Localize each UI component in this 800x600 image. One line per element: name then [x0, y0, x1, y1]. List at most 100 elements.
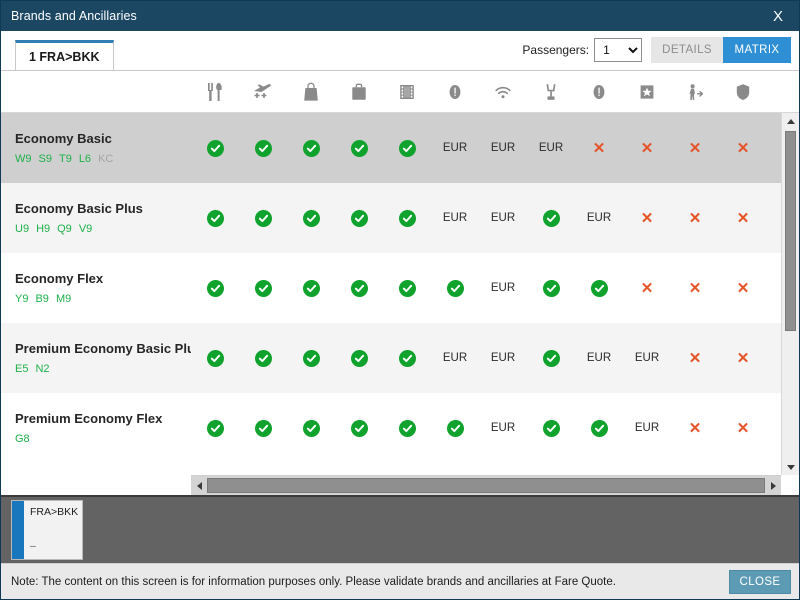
- carry-on-bag-icon: [287, 82, 335, 102]
- included-check-icon: [335, 419, 383, 437]
- included-check-icon: [239, 209, 287, 227]
- table-row[interactable]: Premium Economy Basic Plu E5 N2 EUR EUR EUR EU…: [1, 323, 781, 393]
- not-included-cross-icon: ✕: [736, 139, 750, 157]
- toolbar: 1 FRA>BKK Passengers: 123456789 DETAILS …: [1, 31, 799, 71]
- scroll-right-arrow-icon[interactable]: [765, 476, 781, 495]
- not-included-cross-icon: ✕: [736, 349, 750, 367]
- horizontal-scrollbar[interactable]: [191, 475, 781, 495]
- included-check-icon: [575, 279, 623, 297]
- fare-code: G8: [15, 433, 30, 445]
- star-badge-icon: [623, 82, 671, 102]
- included-check-icon: [383, 139, 431, 157]
- chargeable-currency-cell: EUR: [442, 212, 468, 224]
- passengers-select[interactable]: 123456789: [594, 38, 643, 62]
- table-row[interactable]: Economy Flex Y9 B9 M9 EUR ✕ ✕ ✕: [1, 253, 781, 323]
- fare-code: B9: [35, 293, 49, 305]
- vertical-scroll-track[interactable]: [782, 129, 799, 459]
- segment-strip: FRA>BKK –: [1, 495, 799, 563]
- included-check-icon: [191, 139, 239, 157]
- window-titlebar: Brands and Ancillaries X: [1, 1, 799, 31]
- fare-code: V9: [78, 223, 93, 235]
- table-row[interactable]: Economy Basic W9 S9 T9 L6 KC EUR EUR EUR ✕ ✕ ✕ ✕: [1, 113, 781, 183]
- fare-code-list: E5 N2: [15, 362, 191, 376]
- fare-code: Y9: [15, 293, 29, 305]
- row-cells: EUR EUR EUR ✕ ✕ ✕ ✕: [191, 113, 781, 183]
- segment-chip[interactable]: FRA>BKK –: [11, 500, 83, 560]
- brand-name-cell: Economy Basic Plus U9 H9 Q9 V9: [1, 200, 191, 236]
- fare-code: N2: [35, 363, 50, 375]
- chargeable-currency-cell: EUR: [538, 142, 564, 154]
- horizontal-scrollbar-row: [1, 475, 799, 495]
- not-included-cross-icon: ✕: [688, 349, 702, 367]
- brand-name-cell: Premium Economy Flex G8: [1, 410, 191, 446]
- shield-icon: [719, 82, 767, 102]
- included-check-icon: [383, 279, 431, 297]
- fare-code-list: U9 H9 Q9 V9: [15, 222, 191, 236]
- not-included-cross-icon: ✕: [640, 139, 654, 157]
- included-check-icon: [335, 209, 383, 227]
- horizontal-scroll-track[interactable]: [207, 476, 765, 495]
- brands-matrix: Economy Basic W9 S9 T9 L6 KC EUR EUR EUR ✕ ✕ ✕ ✕ Econ…: [1, 71, 799, 495]
- brand-name-cell: Premium Economy Basic Plu E5 N2: [1, 340, 191, 376]
- fare-code: U9: [15, 223, 30, 235]
- brand-name: Premium Economy Flex: [15, 411, 163, 426]
- segment-chip-body: FRA>BKK –: [24, 501, 82, 559]
- entertainment-icon: [383, 82, 431, 102]
- chargeable-currency-cell: EUR: [634, 422, 660, 434]
- meal-icon: [191, 82, 239, 102]
- vertical-scrollbar[interactable]: [781, 113, 799, 475]
- included-check-icon: [287, 349, 335, 367]
- table-row[interactable]: Economy Basic Plus U9 H9 Q9 V9 EUR EUR EUR ✕ ✕ ✕: [1, 183, 781, 253]
- table-row[interactable]: Premium Economy Flex G8 EUR EUR ✕ ✕: [1, 393, 781, 463]
- fare-code: M9: [55, 293, 72, 305]
- included-check-icon: [383, 209, 431, 227]
- matrix-button[interactable]: MATRIX: [723, 37, 791, 63]
- scroll-left-arrow-icon[interactable]: [191, 476, 207, 495]
- matrix-header-name-column: [1, 71, 191, 112]
- included-check-icon: [335, 139, 383, 157]
- scroll-down-arrow-icon[interactable]: [782, 459, 799, 475]
- fare-code: W9: [15, 153, 32, 165]
- boarding-icon: [671, 82, 719, 102]
- priority-boarding-icon: [239, 82, 287, 102]
- chargeable-currency-cell: EUR: [490, 282, 516, 294]
- not-included-cross-icon: ✕: [688, 209, 702, 227]
- fare-code: Q9: [57, 223, 72, 235]
- footer-bar: Note: The content on this screen is for …: [1, 563, 799, 599]
- included-check-icon: [239, 139, 287, 157]
- passengers-label: Passengers:: [522, 43, 590, 57]
- not-included-cross-icon: ✕: [736, 209, 750, 227]
- not-included-cross-icon: ✕: [688, 279, 702, 297]
- close-button[interactable]: CLOSE: [729, 569, 791, 594]
- fare-code-list: G8: [15, 432, 191, 446]
- fare-code: H9: [36, 223, 51, 235]
- chargeable-currency-cell: EUR: [586, 212, 612, 224]
- included-check-icon: [383, 419, 431, 437]
- footer-note: Note: The content on this screen is for …: [11, 575, 616, 588]
- included-check-icon: [527, 279, 575, 297]
- window-close-icon[interactable]: X: [757, 1, 799, 31]
- row-cells: EUR EUR ✕ ✕: [191, 393, 781, 463]
- row-cells: EUR EUR EUR EUR ✕ ✕: [191, 323, 781, 393]
- horizontal-scroll-thumb[interactable]: [207, 478, 765, 493]
- included-check-icon: [383, 349, 431, 367]
- segment-subtext: –: [30, 540, 36, 552]
- vertical-scroll-thumb[interactable]: [785, 131, 796, 331]
- not-included-cross-icon: ✕: [688, 139, 702, 157]
- wifi-icon: [479, 82, 527, 102]
- window-title: Brands and Ancillaries: [11, 9, 137, 23]
- included-check-icon: [335, 279, 383, 297]
- brands-ancillaries-window: Brands and Ancillaries X 1 FRA>BKK Passe…: [0, 0, 800, 600]
- chargeable-currency-cell: EUR: [490, 142, 516, 154]
- fare-code-list: W9 S9 T9 L6 KC: [15, 152, 191, 166]
- tab-fra-bkk[interactable]: 1 FRA>BKK: [15, 40, 114, 70]
- included-check-icon: [431, 279, 479, 297]
- segment-chip-accent-bar: [12, 501, 24, 559]
- checked-bag-icon: [335, 82, 383, 102]
- included-check-icon: [431, 419, 479, 437]
- fare-code: KC: [98, 153, 114, 165]
- details-button[interactable]: DETAILS: [651, 37, 723, 63]
- tab-strip-filler: [114, 69, 800, 70]
- scroll-up-arrow-icon[interactable]: [782, 113, 799, 129]
- included-check-icon: [287, 139, 335, 157]
